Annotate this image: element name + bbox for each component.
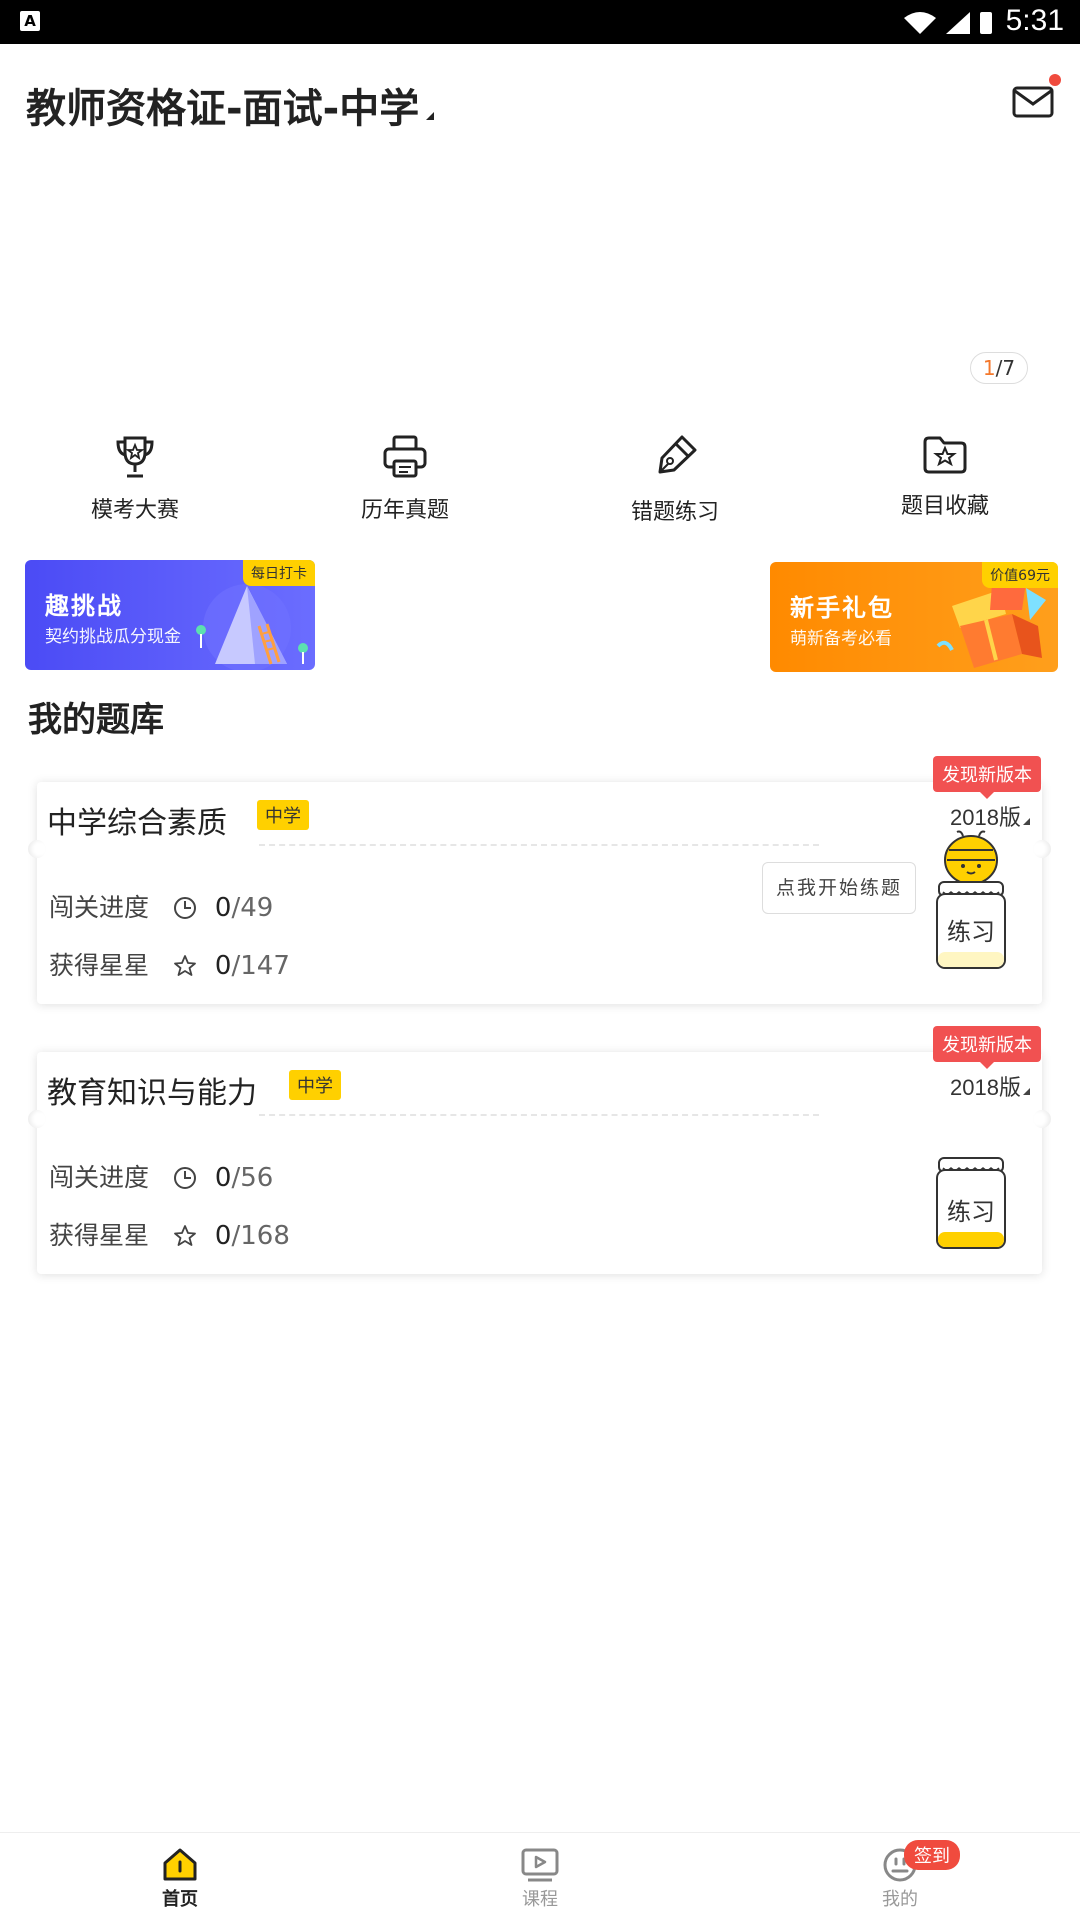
battery-icon — [980, 12, 992, 34]
tab-label: 课程 — [522, 1889, 558, 1910]
page-title[interactable]: 教师资格证-面试-中学 — [26, 76, 419, 134]
pager-total: /7 — [995, 356, 1016, 380]
stars-row: 获得星星 0/147 — [49, 946, 290, 982]
version-selector[interactable]: 2018版 — [950, 800, 1030, 832]
stars-total: /168 — [231, 1221, 290, 1251]
home-icon — [163, 1848, 197, 1881]
menu-label: 题目收藏 — [900, 494, 989, 519]
stars-label: 获得星星 — [49, 951, 150, 980]
pen-icon — [658, 435, 697, 474]
progress-label: 闯关进度 — [49, 893, 150, 922]
version-selector[interactable]: 2018版 — [950, 1070, 1030, 1102]
promo-title: 新手礼包 — [790, 594, 894, 622]
menu-label: 错题练习 — [630, 500, 719, 525]
level-badge: 中学 — [289, 1070, 341, 1100]
practice-label: 练习 — [947, 1198, 995, 1226]
practice-jar-button[interactable]: 练习 — [933, 1156, 1009, 1252]
pager-current: 1 — [982, 356, 996, 380]
divider — [259, 1114, 819, 1116]
menu-wrong-practice[interactable]: 错题练习 — [575, 434, 775, 526]
tab-label: 首页 — [162, 1889, 198, 1910]
menu-favorites[interactable]: 题目收藏 — [845, 434, 1045, 520]
card-notch — [28, 840, 46, 858]
start-practice-tooltip: 点我开始练题 — [762, 862, 916, 914]
progress-total: /56 — [231, 1163, 274, 1193]
tab-mine[interactable]: 我的 — [800, 1833, 1000, 1911]
promo-title: 趣挑战 — [45, 592, 123, 620]
wifi-icon — [904, 12, 936, 34]
title-dropdown-icon[interactable] — [426, 112, 434, 120]
stars-done: 0 — [214, 951, 232, 981]
star-icon — [174, 1225, 196, 1246]
clock-icon — [173, 1167, 196, 1189]
progress-done: 0 — [214, 893, 232, 923]
gift-box-illustration — [936, 582, 1046, 668]
menu-past-exams[interactable]: 历年真题 — [305, 434, 505, 524]
level-badge: 中学 — [257, 800, 309, 830]
mail-icon[interactable] — [1012, 82, 1056, 122]
bee-jar-icon — [936, 830, 1006, 969]
new-version-badge[interactable]: 发现新版本 — [933, 756, 1041, 799]
tab-home[interactable]: 首页 — [80, 1833, 280, 1911]
tab-courses[interactable]: 课程 — [440, 1833, 640, 1911]
promo-newbie-gift-banner[interactable]: 新手礼包 萌新备考必看 价值69元 — [770, 562, 1058, 672]
card-notch — [28, 1110, 46, 1128]
signal-icon — [946, 12, 970, 34]
folder-star-icon — [923, 436, 967, 474]
menu-label: 模考大赛 — [90, 498, 179, 523]
stars-row: 获得星星 0/168 — [49, 1216, 290, 1252]
card-notch — [1033, 1110, 1051, 1128]
clock-icon — [173, 897, 196, 919]
practice-label: 练习 — [947, 918, 995, 946]
signin-badge[interactable]: 签到 — [904, 1840, 960, 1870]
status-bar: A 5:31 — [0, 0, 1080, 44]
promo-subtitle: 契约挑战瓜分现金 — [45, 627, 181, 647]
stars-label: 获得星星 — [49, 1221, 150, 1250]
stars-total: /147 — [231, 951, 290, 981]
progress-row: 闯关进度 0/56 — [49, 1158, 273, 1194]
tab-label: 我的 — [882, 1889, 918, 1910]
menu-mock-exam[interactable]: 模考大赛 — [35, 434, 235, 524]
stars-done: 0 — [214, 1221, 232, 1251]
new-version-badge[interactable]: 发现新版本 — [933, 1026, 1041, 1069]
promo-tag: 每日打卡 — [243, 560, 315, 586]
notification-icon: A — [20, 11, 40, 31]
divider — [259, 844, 819, 846]
promo-challenge-banner[interactable]: 趣挑战 契约挑战瓜分现金 每日打卡 — [25, 560, 315, 670]
star-icon — [174, 955, 196, 976]
progress-total: /49 — [231, 893, 274, 923]
bank-name: 中学综合素质 — [47, 806, 227, 841]
card-notch — [1033, 840, 1051, 858]
carousel-pager: 1/7 — [970, 352, 1028, 384]
notification-dot — [1049, 74, 1061, 86]
trophy-icon — [116, 436, 154, 478]
practice-jar-button[interactable]: 练习 — [933, 830, 1009, 972]
bank-name: 教育知识与能力 — [47, 1076, 257, 1111]
status-time: 5:31 — [1005, 4, 1064, 37]
bank-card-education[interactable]: 教育知识与能力 中学 2018版 闯关进度 0/56 获得星星 0/168 练习 — [28, 1052, 1051, 1274]
section-title-my-bank: 我的题库 — [28, 700, 164, 740]
progress-label: 闯关进度 — [49, 1163, 150, 1192]
promo-subtitle: 萌新备考必看 — [790, 629, 892, 649]
menu-label: 历年真题 — [360, 498, 449, 523]
promo-tag: 价值69元 — [982, 562, 1058, 588]
play-icon — [521, 1848, 559, 1882]
progress-done: 0 — [214, 1163, 232, 1193]
progress-row: 闯关进度 0/49 — [49, 888, 273, 924]
printer-icon — [383, 435, 427, 478]
